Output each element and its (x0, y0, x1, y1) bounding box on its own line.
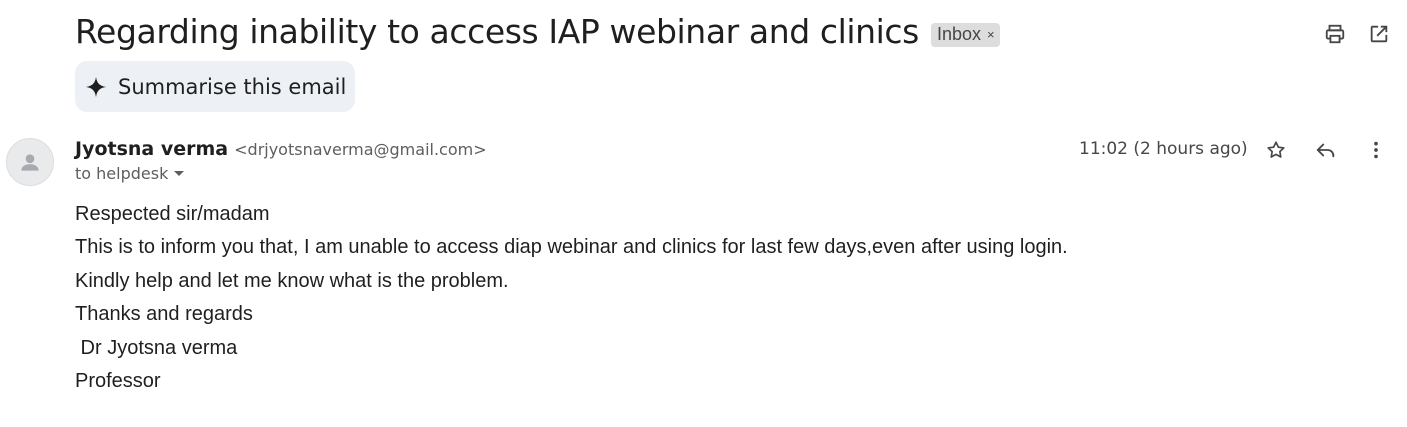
summarise-email-button[interactable]: Summarise this email (75, 61, 355, 112)
email-timestamp: 11:02 (2 hours ago) (1079, 139, 1248, 159)
inbox-label-chip[interactable]: Inbox × (930, 22, 1000, 47)
remove-label-button[interactable]: × (987, 27, 995, 42)
body-line: Dr Jyotsna verma (75, 336, 238, 359)
sender-line: Jyotsna verma <drjyotsnaverma@gmail.com> (75, 138, 487, 160)
summarise-label: Summarise this email (118, 74, 347, 99)
thread-actions (1323, 22, 1391, 46)
email-subject: Regarding inability to access IAP webina… (75, 12, 919, 51)
recipient-details-toggle[interactable]: to helpdesk (75, 164, 185, 183)
body-line: This is to inform you that, I am unable … (75, 236, 1068, 259)
recipient-text: to helpdesk (75, 164, 169, 183)
sender-avatar[interactable] (6, 138, 54, 186)
chevron-down-icon (174, 171, 185, 176)
sender-email: <drjyotsnaverma@gmail.com> (234, 140, 487, 159)
message-actions (1264, 138, 1388, 162)
body-line: Thanks and regards (75, 303, 253, 326)
star-icon[interactable] (1264, 138, 1288, 162)
reply-icon[interactable] (1314, 138, 1338, 162)
print-icon[interactable] (1323, 22, 1347, 46)
body-line: Respected sir/madam (75, 203, 270, 225)
email-body: Respected sir/madam This is to inform yo… (75, 201, 1068, 401)
body-line: Kindly help and let me know what is the … (75, 269, 509, 292)
sparkle-icon (85, 76, 107, 98)
subject-row: Regarding inability to access IAP webina… (75, 12, 1000, 51)
open-in-new-window-icon[interactable] (1367, 22, 1391, 46)
body-line: Professor (75, 369, 161, 392)
sender-name[interactable]: Jyotsna verma (75, 138, 228, 160)
more-vert-icon[interactable] (1364, 138, 1388, 162)
person-icon (21, 154, 39, 171)
label-text: Inbox (936, 23, 982, 44)
